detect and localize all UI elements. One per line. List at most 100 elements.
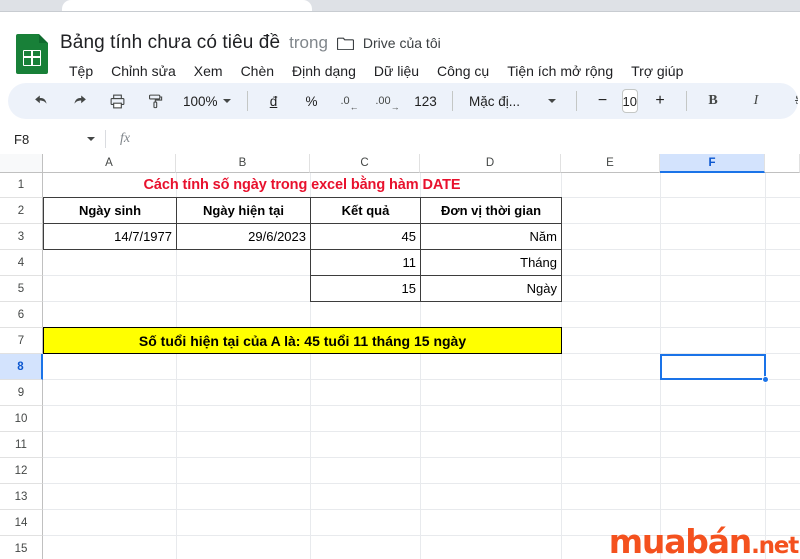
gridline-h (43, 457, 800, 458)
cell-c4[interactable]: 11 (310, 249, 421, 276)
font-size-input[interactable]: 10 (621, 89, 638, 113)
cells-viewport[interactable]: Cách tính số ngày trong excel bằng hàm D… (43, 173, 800, 559)
redo-icon[interactable] (65, 87, 93, 115)
name-box-value: F8 (14, 131, 30, 147)
strikethrough-button[interactable]: S (785, 87, 798, 115)
folder-icon[interactable] (336, 37, 354, 50)
row-header-8[interactable]: 8 (0, 354, 43, 380)
font-family-selector[interactable]: Mặc đị... (465, 87, 525, 115)
font-family-chevron[interactable] (536, 87, 564, 115)
google-sheets-logo-icon[interactable] (16, 34, 48, 74)
gridline-v (660, 173, 661, 559)
name-box[interactable]: F8 (0, 124, 105, 154)
row-header-12[interactable]: 12 (0, 458, 43, 484)
number-format-button[interactable]: 123 (412, 87, 440, 115)
toolbar-container: 100% đ % .0 ← .00 → 123 Mặc đị... − 10 +… (0, 80, 800, 122)
undo-icon[interactable] (27, 87, 55, 115)
paint-format-icon[interactable] (141, 87, 169, 115)
menu-bar: Tệp Chỉnh sửa Xem Chèn Định dạng Dữ liệu… (60, 60, 692, 82)
menu-item-insert[interactable]: Chèn (232, 61, 283, 81)
currency-icon: đ (269, 93, 278, 109)
watermark: muabán.net (609, 522, 799, 559)
cell-a3[interactable]: 14/7/1977 (43, 223, 177, 250)
browser-chrome-strip (0, 0, 800, 11)
row-header-13[interactable]: 13 (0, 484, 43, 510)
zoom-control[interactable]: 100% (179, 87, 235, 115)
row-header-6[interactable]: 6 (0, 302, 43, 328)
chevron-down-icon[interactable] (87, 137, 95, 141)
browser-tab[interactable] (62, 0, 312, 11)
row-header-2[interactable]: 2 (0, 198, 43, 224)
italic-button[interactable]: I (742, 87, 770, 115)
menu-item-data[interactable]: Dữ liệu (365, 61, 428, 81)
percent-format-button[interactable]: % (298, 87, 326, 115)
menu-item-help[interactable]: Trợ giúp (622, 61, 692, 81)
gridline-h (43, 483, 800, 484)
column-header-f[interactable]: F (660, 154, 765, 173)
row-header-11[interactable]: 11 (0, 432, 43, 458)
cell-b2-header[interactable]: Ngày hiện tại (176, 197, 311, 224)
row-header-3[interactable]: 3 (0, 224, 43, 250)
row-header-1[interactable]: 1 (0, 173, 43, 198)
arrow-left-icon: ← (349, 102, 359, 112)
row-header-10[interactable]: 10 (0, 406, 43, 432)
decrease-font-size-button[interactable]: − (589, 87, 617, 115)
menu-item-view[interactable]: Xem (185, 61, 232, 81)
title-in-label: trong (289, 33, 328, 52)
print-icon[interactable] (103, 87, 131, 115)
gridline-h (43, 405, 800, 406)
cell-c2-header[interactable]: Kết quả (310, 197, 421, 224)
column-header-d[interactable]: D (420, 154, 561, 173)
cell-a2-header[interactable]: Ngày sinh (43, 197, 177, 224)
chevron-down-icon (222, 99, 231, 103)
cell-summary-a7[interactable]: Số tuổi hiện tại của A là: 45 tuổi 11 th… (43, 327, 562, 354)
fx-icon: fx (120, 131, 131, 146)
gridline-h (43, 431, 800, 432)
selected-cell-f8[interactable] (660, 354, 766, 380)
formula-input[interactable] (144, 124, 800, 154)
cell-c3[interactable]: 45 (310, 223, 421, 250)
menu-item-edit[interactable]: Chỉnh sửa (102, 61, 185, 81)
chevron-down-icon (548, 99, 557, 103)
toolbar-divider-1 (246, 91, 248, 111)
zoom-value: 100% (183, 93, 218, 109)
decrease-decimal-label: .0 (340, 95, 350, 107)
cell-title-a1[interactable]: Cách tính số ngày trong excel bằng hàm D… (43, 173, 561, 197)
gridline-h (43, 509, 800, 510)
currency-format-button[interactable]: đ (260, 87, 288, 115)
menu-item-tools[interactable]: Công cụ (428, 61, 498, 81)
watermark-suffix: .net (751, 533, 799, 559)
column-header-g[interactable] (765, 154, 800, 173)
column-header-a[interactable]: A (43, 154, 176, 173)
menu-item-file[interactable]: Tệp (60, 61, 102, 81)
fill-handle[interactable] (762, 376, 769, 383)
column-header-e[interactable]: E (561, 154, 660, 173)
arrow-right-icon: → (390, 102, 400, 112)
google-sheets-window: Bảng tính chưa có tiêu đề trong Drive củ… (0, 0, 800, 559)
row-header-9[interactable]: 9 (0, 380, 43, 406)
row-header-4[interactable]: 4 (0, 250, 43, 276)
cell-d5[interactable]: Ngày (420, 275, 562, 302)
menu-item-format[interactable]: Định dạng (283, 61, 365, 81)
column-header-b[interactable]: B (176, 154, 310, 173)
folder-name[interactable]: Drive của tôi (363, 35, 441, 51)
font-family-value: Mặc đị... (469, 93, 521, 109)
decrease-decimal-button[interactable]: .0 ← (336, 87, 364, 115)
cell-b3[interactable]: 29/6/2023 (176, 223, 311, 250)
document-title[interactable]: Bảng tính chưa có tiêu đề (60, 32, 280, 54)
cell-d4[interactable]: Tháng (420, 249, 562, 276)
cell-c5[interactable]: 15 (310, 275, 421, 302)
cell-d3[interactable]: Năm (420, 223, 562, 250)
bold-button[interactable]: B (699, 87, 727, 115)
row-header-14[interactable]: 14 (0, 510, 43, 536)
row-header-15[interactable]: 15 (0, 536, 43, 559)
column-header-c[interactable]: C (310, 154, 420, 173)
select-all-corner[interactable] (0, 154, 43, 173)
row-header-7[interactable]: 7 (0, 328, 43, 354)
menu-item-extensions[interactable]: Tiện ích mở rộng (498, 61, 622, 81)
increase-font-size-button[interactable]: + (646, 87, 674, 115)
row-header-5[interactable]: 5 (0, 276, 43, 302)
increase-decimal-button[interactable]: .00 → (374, 87, 402, 115)
cell-d2-header[interactable]: Đơn vị thời gian (420, 197, 562, 224)
spreadsheet-grid: A B C D E F 1 2 3 4 5 6 7 8 9 10 11 12 1… (0, 154, 800, 559)
